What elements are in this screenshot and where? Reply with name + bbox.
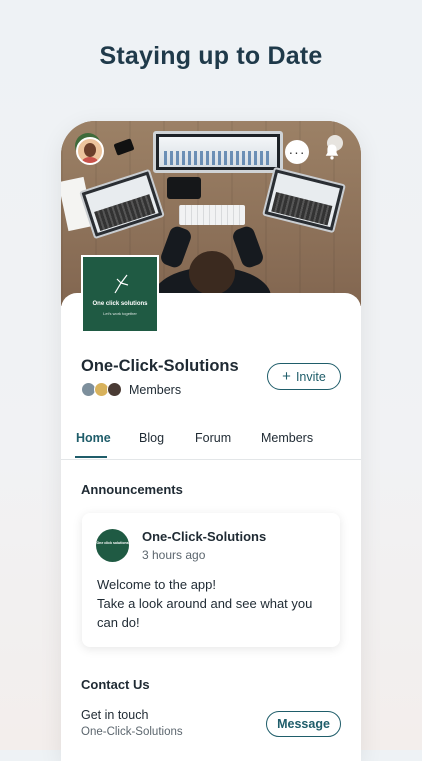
member-avatar	[107, 382, 122, 397]
group-name: One-Click-Solutions	[81, 357, 239, 375]
user-avatar[interactable]	[76, 137, 104, 165]
members-label[interactable]: Members	[129, 383, 181, 397]
contact-subtitle: Get in touch	[81, 708, 149, 722]
post-timestamp: 3 hours ago	[142, 548, 206, 562]
announcement-post[interactable]: One click solutions One-Click-Solutions …	[82, 513, 340, 647]
invite-button[interactable]: + Invite	[267, 363, 341, 390]
more-options-button[interactable]: ···	[285, 140, 309, 164]
tab-bar: Home Blog Forum Members	[61, 421, 361, 460]
post-author-avatar: One click solutions	[96, 529, 129, 562]
logo-subtitle: Let's work together	[103, 311, 137, 316]
plus-icon: +	[282, 367, 291, 385]
post-author: One-Click-Solutions	[142, 529, 267, 544]
tab-blog[interactable]: Blog	[139, 431, 164, 445]
announcements-title: Announcements	[81, 482, 183, 497]
post-line: Take a look around and see what you	[97, 596, 313, 611]
contact-title: Contact Us	[81, 677, 150, 692]
group-logo: One click solutions Let's work together	[81, 255, 159, 333]
desk-monitor	[153, 131, 283, 173]
person-head	[189, 251, 235, 295]
more-icon: ···	[288, 144, 306, 160]
tab-forum[interactable]: Forum	[195, 431, 231, 445]
post-line: can do!	[97, 615, 140, 630]
tab-members[interactable]: Members	[261, 431, 313, 445]
post-avatar-logo-text: One click solutions	[96, 541, 129, 545]
bell-icon	[325, 144, 339, 160]
desk-keyboard	[179, 205, 245, 225]
post-body: Welcome to the app! Take a look around a…	[97, 575, 332, 632]
message-button[interactable]: Message	[266, 711, 341, 737]
tab-home[interactable]: Home	[76, 431, 111, 445]
contact-name: One-Click-Solutions	[81, 726, 183, 738]
logo-mark-icon	[114, 274, 129, 294]
page-headline: Staying up to Date	[99, 42, 323, 70]
invite-label: Invite	[295, 369, 326, 384]
active-tab-indicator	[75, 456, 107, 458]
member-avatars[interactable]	[81, 382, 125, 398]
logo-title: One click solutions	[92, 301, 148, 307]
post-line: Welcome to the app!	[97, 577, 216, 592]
notifications-button[interactable]	[319, 139, 345, 165]
tablet-device	[167, 177, 201, 199]
phone-screen: ··· One click solutions Let's work toget…	[61, 121, 361, 761]
